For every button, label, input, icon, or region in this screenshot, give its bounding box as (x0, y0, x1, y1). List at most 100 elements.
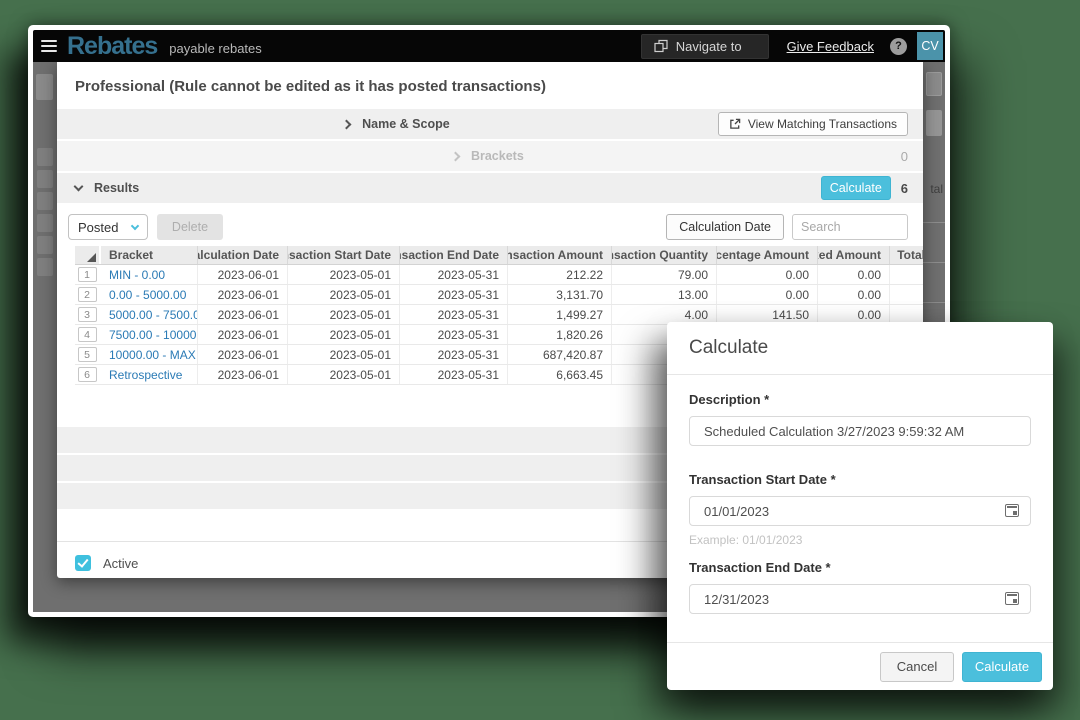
row-number[interactable]: 3 (78, 307, 97, 322)
background-page-fragment (37, 214, 53, 232)
calendar-icon[interactable] (1005, 504, 1019, 517)
search-input[interactable] (792, 214, 908, 240)
menu-icon[interactable] (41, 40, 57, 52)
cell-transaction_start_date: 2023-05-01 (287, 345, 399, 364)
start-date-example: Example: 01/01/2023 (689, 533, 1031, 547)
select-all-cell[interactable] (75, 246, 99, 264)
column-header-bracket[interactable]: Bracket (101, 246, 197, 264)
status-filter-value: Posted (78, 220, 118, 235)
cell-transaction_end_date: 2023-05-31 (399, 305, 507, 324)
row-number[interactable]: 5 (78, 347, 97, 362)
end-date-label: Transaction End Date * (689, 560, 1031, 575)
chevron-right-icon (342, 119, 352, 129)
background-page-fragment (923, 302, 945, 303)
status-filter-select[interactable]: Posted (68, 214, 148, 240)
app-logo: Rebates (67, 34, 157, 59)
cell-transaction_end_date: 2023-05-31 (399, 265, 507, 284)
cell-transaction_amount: 212.22 (507, 265, 611, 284)
brackets-count: 0 (901, 149, 908, 164)
cell-calculation_date: 2023-06-01 (197, 265, 287, 284)
bracket-link[interactable]: 7500.00 - 10000.00 (101, 325, 197, 344)
calculation-date-button[interactable]: Calculation Date (666, 214, 784, 240)
cell-transaction_start_date: 2023-05-01 (287, 265, 399, 284)
column-header-transaction_quantity[interactable]: Transaction Quantity (611, 246, 716, 264)
row-number[interactable]: 6 (78, 367, 97, 382)
delete-button[interactable]: Delete (157, 214, 223, 240)
cancel-button[interactable]: Cancel (880, 652, 954, 682)
background-page-fragment (37, 258, 53, 276)
cell-calculation_date: 2023-06-01 (197, 365, 287, 384)
bracket-link[interactable]: MIN - 0.00 (101, 265, 197, 284)
cell-transaction_amount: 1,820.26 (507, 325, 611, 344)
bracket-link[interactable]: Retrospective (101, 365, 197, 384)
cell-transaction_end_date: 2023-05-31 (399, 365, 507, 384)
cell-calculation_date: 2023-06-01 (197, 345, 287, 364)
rule-modal-title: Professional (Rule cannot be edited as i… (57, 62, 923, 109)
calculate-button[interactable]: Calculate (821, 176, 891, 200)
user-avatar[interactable]: CV (917, 32, 943, 60)
column-header-transaction_amount[interactable]: Transaction Amount (507, 246, 611, 264)
column-header-transaction_end_date[interactable]: Transaction End Date (399, 246, 507, 264)
table-row: 1 MIN - 0.002023-06-012023-05-012023-05-3… (75, 265, 923, 285)
column-header-total[interactable]: Total (889, 246, 923, 264)
column-header-transaction_start_date[interactable]: Transaction Start Date (287, 246, 399, 264)
bracket-link[interactable]: 5000.00 - 7500.00 (101, 305, 197, 324)
active-checkbox[interactable] (75, 555, 91, 571)
section-label: Brackets (471, 149, 524, 163)
results-toolbar: Posted Delete Calculation Date (68, 214, 908, 240)
start-date-label: Transaction Start Date * (689, 472, 1031, 487)
section-results[interactable]: Results Calculate 6 (57, 173, 923, 203)
row-number[interactable]: 2 (78, 287, 97, 302)
section-label: Results (94, 181, 139, 195)
section-name-scope[interactable]: Name & Scope View Matching Transactions (57, 109, 923, 139)
row-number[interactable]: 1 (78, 267, 97, 282)
cell-transaction_amount: 687,420.87 (507, 345, 611, 364)
cell-transaction_end_date: 2023-05-31 (399, 345, 507, 364)
cell-transaction_start_date: 2023-05-01 (287, 305, 399, 324)
description-field[interactable] (689, 416, 1031, 446)
row-number[interactable]: 4 (78, 327, 97, 342)
calendar-icon[interactable] (1005, 592, 1019, 605)
background-total-fragment: tal (930, 182, 943, 196)
navigate-to-button[interactable]: Navigate to (641, 34, 769, 59)
active-label: Active (103, 556, 138, 571)
cell-calculation_date: 2023-06-01 (197, 325, 287, 344)
column-header-calculation_date[interactable]: Calculation Date (197, 246, 287, 264)
bracket-link[interactable]: 10000.00 - MAX (101, 345, 197, 364)
cell-transaction_start_date: 2023-05-01 (287, 285, 399, 304)
calculate-submit-button[interactable]: Calculate (962, 652, 1042, 682)
column-header-fixed_amount[interactable]: Fixed Amount (817, 246, 889, 264)
start-date-field[interactable] (689, 496, 1031, 526)
background-page-fragment (37, 192, 53, 210)
results-count: 6 (901, 181, 908, 196)
cell-fixed_amount: 0.00 (817, 265, 889, 284)
background-page-fragment (37, 148, 53, 166)
cell-transaction_end_date: 2023-05-31 (399, 325, 507, 344)
view-matching-transactions-button[interactable]: View Matching Transactions (718, 112, 908, 136)
button-label: View Matching Transactions (748, 117, 897, 131)
calculate-dialog: Calculate Description * Transaction Star… (667, 322, 1053, 690)
windows-icon (654, 39, 668, 53)
calculate-dialog-footer: Cancel Calculate (667, 642, 1053, 690)
cell-transaction_amount: 6,663.45 (507, 365, 611, 384)
external-link-icon (729, 118, 741, 130)
section-label: Name & Scope (362, 117, 450, 131)
calculate-dialog-title: Calculate (667, 322, 1053, 375)
help-icon[interactable]: ? (890, 38, 907, 55)
bracket-link[interactable]: 0.00 - 5000.00 (101, 285, 197, 304)
end-date-field[interactable] (689, 584, 1031, 614)
cell-transaction_amount: 1,499.27 (507, 305, 611, 324)
table-row: 20.00 - 5000.002023-06-012023-05-012023-… (75, 285, 923, 305)
cell-total (889, 285, 923, 304)
give-feedback-link[interactable]: Give Feedback (787, 39, 874, 54)
description-label: Description * (689, 392, 1031, 407)
page-subtitle: payable rebates (169, 41, 262, 56)
cell-calculation_date: 2023-06-01 (197, 285, 287, 304)
background-page-fragment (926, 110, 942, 136)
column-header-percentage_amount[interactable]: Percentage Amount (716, 246, 817, 264)
section-brackets[interactable]: Brackets 0 (57, 141, 923, 171)
navigate-to-label: Navigate to (676, 39, 742, 54)
background-page-fragment (37, 236, 53, 254)
cell-transaction_amount: 3,131.70 (507, 285, 611, 304)
cell-percentage_amount: 0.00 (716, 285, 817, 304)
